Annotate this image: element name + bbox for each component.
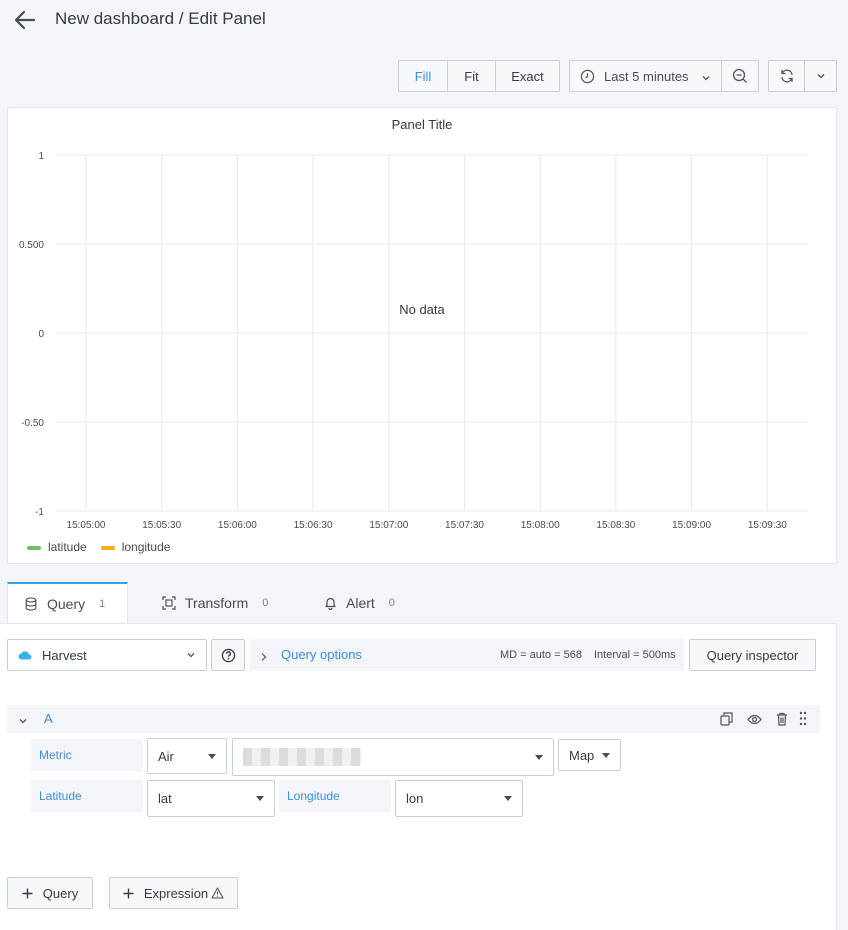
panel-title: Panel Title	[391, 117, 453, 132]
add-expression-button[interactable]: Expression	[109, 877, 238, 909]
bell-icon	[324, 596, 337, 610]
x-tick-label: 15:06:00	[218, 520, 257, 531]
panel-preview: Panel Title 1 0.500 0 -0.50 -1 15:05:00 15:05:…	[7, 107, 837, 564]
tab-count: 0	[262, 597, 269, 609]
trash-icon[interactable]	[776, 712, 788, 729]
eye-icon[interactable]	[747, 713, 762, 728]
warning-icon	[211, 887, 224, 899]
caret-down-icon	[535, 754, 543, 760]
y-tick-label: -1	[35, 507, 44, 518]
metric-mode-select[interactable]: Map	[558, 739, 621, 771]
chevron-down-icon	[816, 71, 826, 81]
tab-query[interactable]: Query 1	[7, 582, 128, 624]
drag-handle-icon[interactable]	[799, 711, 807, 729]
max-data-points: MD = auto = 568	[500, 649, 582, 661]
chevron-right-icon	[260, 650, 268, 665]
longitude-select[interactable]: lon	[395, 780, 523, 817]
latitude-select[interactable]: lat	[147, 780, 275, 817]
x-tick-label: 15:07:30	[445, 520, 484, 531]
query-row-header: A	[7, 705, 820, 733]
y-tick-label: -0.50	[21, 418, 44, 429]
tab-transform[interactable]: Transform 0	[162, 582, 268, 624]
metric-name-select[interactable]	[232, 738, 554, 776]
back-arrow-icon[interactable]	[12, 8, 38, 32]
datasource-help-button[interactable]	[211, 639, 245, 671]
fill-button[interactable]: Fill	[398, 60, 448, 92]
tab-count: 0	[388, 597, 395, 609]
chevron-down-icon	[186, 650, 196, 660]
exact-button[interactable]: Exact	[495, 60, 560, 92]
fit-button[interactable]: Fit	[447, 60, 496, 92]
question-circle-icon	[221, 648, 236, 663]
caret-down-icon	[602, 752, 610, 758]
metric-label: Metric	[31, 739, 143, 771]
legend-color-longitude	[100, 545, 115, 550]
x-tick-label: 15:09:00	[672, 520, 711, 531]
x-tick-label: 15:06:30	[294, 520, 333, 531]
query-options-bar: Query options MD = auto = 568 Interval =…	[250, 639, 684, 671]
y-tick-label: 0	[38, 329, 44, 340]
x-tick-label: 15:09:30	[748, 520, 787, 531]
time-range-label: Last 5 minutes	[604, 68, 689, 84]
tab-alert[interactable]: Alert 0	[324, 582, 395, 624]
database-icon	[25, 597, 37, 611]
legend: latitude longitude	[27, 540, 170, 554]
caret-down-icon	[504, 796, 512, 801]
x-tick-label: 15:05:00	[67, 520, 106, 531]
y-tick-label: 0.500	[19, 240, 44, 251]
plus-icon	[123, 888, 134, 899]
metric-type-select[interactable]: Air	[147, 738, 227, 774]
datasource-picker[interactable]: Harvest	[7, 639, 207, 671]
legend-item-longitude[interactable]: longitude	[100, 540, 170, 554]
plus-icon	[22, 888, 33, 899]
cloud-icon	[18, 650, 32, 660]
latitude-label: Latitude	[31, 780, 143, 812]
refresh-button[interactable]	[768, 60, 805, 92]
x-tick-label: 15:08:00	[521, 520, 560, 531]
y-tick-label: 1	[38, 151, 44, 162]
refresh-interval-dropdown[interactable]	[804, 60, 837, 92]
transform-icon	[162, 596, 176, 610]
refresh-icon	[779, 68, 795, 84]
interval-value: Interval = 500ms	[594, 649, 676, 661]
add-query-button[interactable]: Query	[7, 877, 93, 909]
query-ref-id[interactable]: A	[44, 711, 53, 726]
tab-count: 1	[99, 598, 106, 610]
longitude-label: Longitude	[279, 780, 391, 812]
datasource-name: Harvest	[42, 647, 87, 663]
clock-icon	[580, 69, 595, 84]
legend-color-latitude	[27, 545, 41, 550]
x-tick-label: 15:07:00	[369, 520, 408, 531]
query-options-toggle[interactable]: Query options	[281, 647, 362, 662]
time-range-picker[interactable]: Last 5 minutes	[569, 60, 722, 92]
chevron-down-icon	[701, 71, 711, 86]
zoom-out-button[interactable]	[721, 60, 759, 92]
x-tick-label: 15:05:30	[142, 520, 181, 531]
x-tick-label: 15:08:30	[596, 520, 635, 531]
duplicate-icon[interactable]	[720, 712, 733, 729]
legend-item-latitude[interactable]: latitude	[27, 540, 87, 554]
redacted-metric-name	[243, 748, 361, 766]
chevron-down-icon[interactable]	[18, 714, 28, 729]
zoom-out-icon	[732, 68, 748, 84]
caret-down-icon	[208, 753, 216, 759]
query-inspector-button[interactable]: Query inspector	[689, 639, 816, 671]
caret-down-icon	[256, 796, 264, 801]
time-series-chart: 1 0.500 0 -0.50 -1 15:05:00 15:05:30 15:06:00 15…	[19, 151, 808, 531]
page-title: New dashboard / Edit Panel	[55, 9, 266, 28]
no-data-message: No data	[399, 302, 445, 317]
